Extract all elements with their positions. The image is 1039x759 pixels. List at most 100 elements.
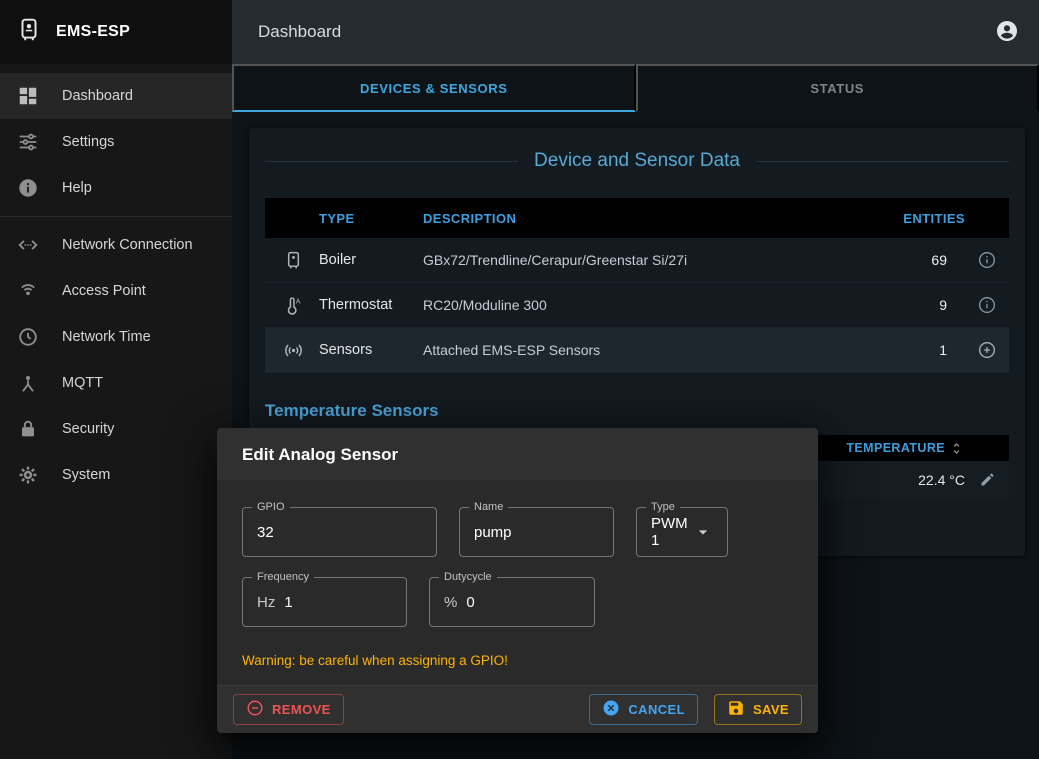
cancel-button[interactable]: CANCEL bbox=[589, 694, 698, 725]
gear-icon bbox=[16, 464, 40, 486]
device-type: Boiler bbox=[319, 252, 423, 268]
frequency-field-value: 1 bbox=[284, 594, 292, 611]
name-field-value: pump bbox=[474, 524, 512, 541]
edit-pencil-icon[interactable] bbox=[965, 471, 1009, 488]
remove-circle-icon bbox=[246, 699, 264, 720]
gpio-field[interactable]: GPIO 32 bbox=[242, 507, 437, 557]
sidebar-item-label: Network Connection bbox=[62, 237, 193, 253]
sidebar-item-network-connection[interactable]: Network Connection bbox=[0, 222, 232, 268]
sort-arrows-icon[interactable] bbox=[948, 440, 965, 457]
tune-icon bbox=[16, 131, 40, 153]
sidebar-item-help[interactable]: Help bbox=[0, 165, 232, 211]
sidebar-item-settings[interactable]: Settings bbox=[0, 119, 232, 165]
section-title-row: Device and Sensor Data bbox=[265, 150, 1009, 172]
dialog-footer: REMOVE CANCEL SAVE bbox=[217, 685, 818, 733]
device-table-header: TYPE DESCRIPTION ENTITIES bbox=[265, 198, 1009, 238]
gpio-field-label: GPIO bbox=[252, 501, 290, 513]
name-field-label: Name bbox=[469, 501, 508, 513]
dutycycle-field[interactable]: Dutycycle % 0 bbox=[429, 577, 595, 627]
tab-devices-sensors[interactable]: DEVICES & SENSORS bbox=[232, 64, 636, 112]
dialog-title: Edit Analog Sensor bbox=[217, 428, 818, 480]
sidebar-header: EMS-ESP bbox=[0, 0, 232, 64]
thermostat-icon: A bbox=[283, 295, 319, 316]
clock-icon bbox=[16, 326, 40, 348]
info-icon bbox=[16, 177, 40, 199]
device-type: Sensors bbox=[319, 342, 423, 358]
device-table: TYPE DESCRIPTION ENTITIES Boiler GBx72/T… bbox=[265, 198, 1009, 373]
frequency-field[interactable]: Frequency Hz 1 bbox=[242, 577, 407, 627]
tab-status[interactable]: STATUS bbox=[636, 64, 1039, 112]
cancel-button-label: CANCEL bbox=[628, 702, 685, 717]
sidebar-item-label: Security bbox=[62, 421, 114, 437]
chevron-down-icon bbox=[693, 522, 713, 542]
sidebar-item-label: Settings bbox=[62, 134, 114, 150]
type-select[interactable]: Type PWM 1 bbox=[636, 507, 728, 557]
sensors-icon bbox=[283, 340, 319, 361]
col-temperature: TEMPERATURE bbox=[846, 441, 945, 455]
dutycycle-field-value: 0 bbox=[466, 594, 474, 611]
gpio-field-value: 32 bbox=[257, 524, 274, 541]
type-select-value: PWM 1 bbox=[651, 515, 693, 549]
remove-button-label: REMOVE bbox=[272, 702, 331, 717]
info-circle-icon[interactable] bbox=[965, 250, 1009, 270]
sidebar-item-mqtt[interactable]: MQTT bbox=[0, 360, 232, 406]
app-title: EMS-ESP bbox=[56, 23, 130, 41]
table-row-thermostat[interactable]: A Thermostat RC20/Moduline 300 9 bbox=[265, 283, 1009, 328]
temperature-sensors-title: Temperature Sensors bbox=[265, 401, 1009, 421]
account-button[interactable] bbox=[995, 19, 1019, 46]
device-entities: 1 bbox=[885, 342, 965, 358]
divider-line bbox=[265, 161, 518, 162]
account-circle-icon bbox=[995, 19, 1019, 46]
sidebar-item-dashboard[interactable]: Dashboard bbox=[0, 73, 232, 119]
sidebar: EMS-ESP Dashboard Settings Help bbox=[0, 0, 232, 759]
sidebar-item-security[interactable]: Security bbox=[0, 406, 232, 452]
device-entities: 9 bbox=[885, 297, 965, 313]
sidebar-item-label: Help bbox=[62, 180, 92, 196]
col-description: DESCRIPTION bbox=[423, 211, 885, 226]
col-entities: ENTITIES bbox=[885, 211, 965, 226]
remove-button[interactable]: REMOVE bbox=[233, 694, 344, 725]
antenna-icon bbox=[16, 372, 40, 394]
save-button-label: SAVE bbox=[753, 702, 789, 717]
save-button[interactable]: SAVE bbox=[714, 694, 802, 725]
page-title: Dashboard bbox=[258, 22, 995, 42]
ethernet-icon bbox=[16, 234, 40, 256]
info-circle-icon[interactable] bbox=[965, 295, 1009, 315]
col-type: TYPE bbox=[319, 211, 423, 226]
dialog-body: GPIO 32 Name pump Type PWM 1 Frequenc bbox=[217, 480, 818, 685]
sidebar-item-system[interactable]: System bbox=[0, 452, 232, 498]
tabbar: DEVICES & SENSORS STATUS bbox=[232, 64, 1039, 112]
lock-icon bbox=[16, 418, 40, 440]
sidebar-divider bbox=[0, 216, 232, 217]
edit-analog-sensor-dialog: Edit Analog Sensor GPIO 32 Name pump Typ… bbox=[217, 428, 818, 733]
svg-text:A: A bbox=[296, 298, 301, 305]
frequency-unit: Hz bbox=[257, 594, 275, 611]
sidebar-item-access-point[interactable]: Access Point bbox=[0, 268, 232, 314]
sidebar-item-label: System bbox=[62, 467, 110, 483]
table-row-sensors[interactable]: Sensors Attached EMS-ESP Sensors 1 bbox=[265, 328, 1009, 373]
field-row-1: GPIO 32 Name pump Type PWM 1 bbox=[242, 507, 793, 557]
dutycycle-field-label: Dutycycle bbox=[439, 571, 497, 583]
temperature-value: 22.4 °C bbox=[918, 472, 965, 488]
section-title: Device and Sensor Data bbox=[534, 150, 740, 172]
device-entities: 69 bbox=[885, 252, 965, 268]
sidebar-item-label: Dashboard bbox=[62, 88, 133, 104]
sidebar-nav: Dashboard Settings Help Network Connecti bbox=[0, 64, 232, 498]
field-row-2: Frequency Hz 1 Dutycycle % 0 bbox=[242, 577, 793, 627]
add-circle-icon[interactable] bbox=[965, 340, 1009, 360]
device-description: RC20/Moduline 300 bbox=[423, 297, 885, 313]
cancel-circle-icon bbox=[602, 699, 620, 720]
device-type: Thermostat bbox=[319, 297, 423, 313]
type-select-label: Type bbox=[646, 501, 680, 513]
device-description: GBx72/Trendline/Cerapur/Greenstar Si/27i bbox=[423, 252, 885, 268]
divider-line bbox=[756, 161, 1009, 162]
save-floppy-icon bbox=[727, 699, 745, 720]
appbar: Dashboard bbox=[232, 0, 1039, 64]
dutycycle-unit: % bbox=[444, 594, 457, 611]
sidebar-item-label: Network Time bbox=[62, 329, 151, 345]
screen: EMS-ESP Dashboard Settings Help bbox=[0, 0, 1039, 759]
name-field[interactable]: Name pump bbox=[459, 507, 614, 557]
frequency-field-label: Frequency bbox=[252, 571, 314, 583]
table-row-boiler[interactable]: Boiler GBx72/Trendline/Cerapur/Greenstar… bbox=[265, 238, 1009, 283]
sidebar-item-network-time[interactable]: Network Time bbox=[0, 314, 232, 360]
